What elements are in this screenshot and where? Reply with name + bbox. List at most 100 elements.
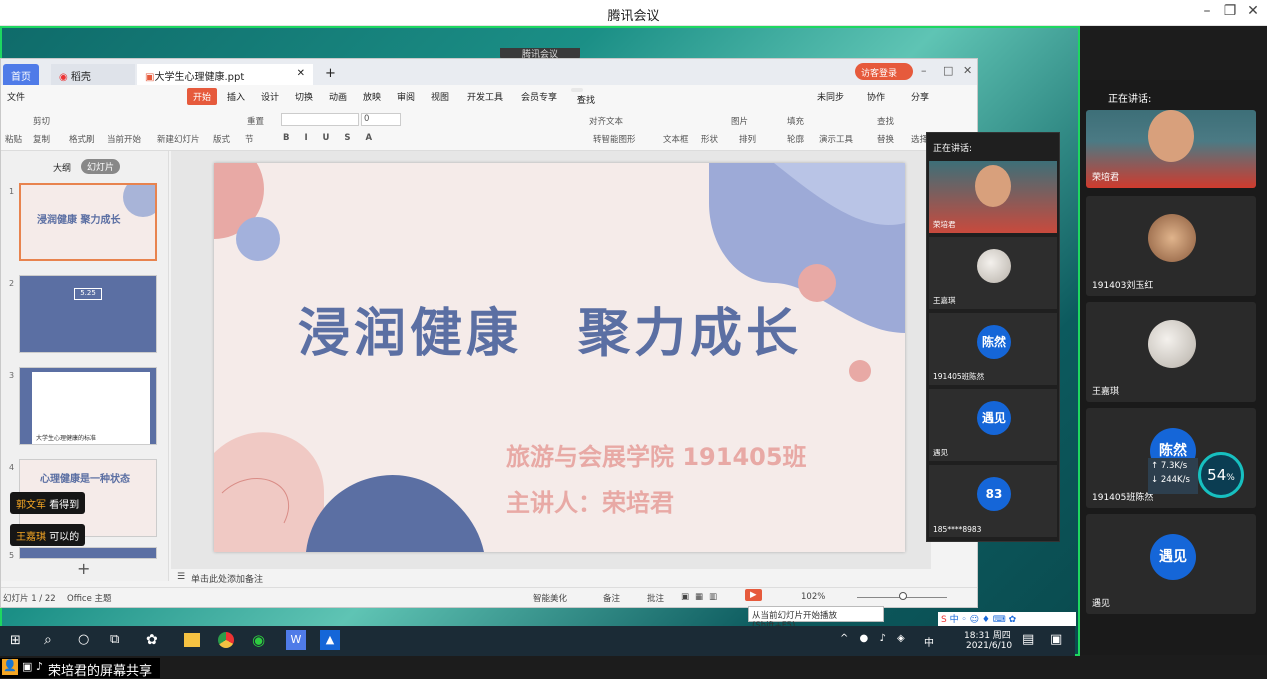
- slide-count: 幻灯片 1 / 22: [3, 594, 56, 604]
- minimize-icon[interactable]: –: [921, 64, 927, 77]
- action-center-icon[interactable]: ▣: [1050, 632, 1062, 647]
- chat-message: 郭文军 看得到: [10, 492, 86, 514]
- menu-member[interactable]: 会员专享: [521, 90, 557, 103]
- zoom-handle[interactable]: [899, 592, 907, 600]
- layout-button[interactable]: 版式: [213, 133, 230, 145]
- slide-thumb-2[interactable]: 5.25: [19, 275, 157, 353]
- tray-icons[interactable]: ^ ● ♪ ◈: [840, 633, 909, 644]
- play-current-button[interactable]: 当前开始: [107, 133, 141, 145]
- add-slide-icon[interactable]: +: [77, 559, 90, 578]
- section-button[interactable]: 节: [245, 133, 254, 145]
- outline-tab[interactable]: 大纲: [53, 161, 71, 174]
- menu-view[interactable]: 视图: [431, 90, 449, 103]
- replace-button[interactable]: 替换: [877, 133, 894, 145]
- notes-button[interactable]: 备注: [603, 592, 620, 604]
- menu-animation[interactable]: 动画: [329, 90, 347, 103]
- menu-developer[interactable]: 开发工具: [467, 90, 503, 103]
- participant-tile[interactable]: 遇见 遇见: [929, 389, 1057, 461]
- format-painter-button[interactable]: 格式刷: [69, 133, 95, 145]
- cpu-meter[interactable]: 54%: [1198, 452, 1244, 498]
- tencent-meeting-icon[interactable]: ▲: [320, 630, 340, 650]
- participant-video[interactable]: 荣培君: [1086, 110, 1256, 188]
- fill-button[interactable]: 填充: [787, 115, 804, 127]
- network-speed: ↑ 7.3K/s ↓ 244K/s: [1148, 458, 1198, 494]
- windows-start-icon[interactable]: ⊞: [10, 633, 21, 648]
- participant-tile[interactable]: 王嘉琪: [1086, 302, 1256, 402]
- participant-tile[interactable]: 191403刘玉红: [1086, 196, 1256, 296]
- menu-design[interactable]: 设计: [261, 90, 279, 103]
- wps-icon[interactable]: W: [286, 630, 306, 650]
- participant-panel: 正在讲话: 荣培君 191403刘玉红 王嘉琪 陈然 191405班陈然 遇见 …: [1080, 80, 1267, 655]
- menu-review[interactable]: 审阅: [397, 90, 415, 103]
- shape-button[interactable]: 形状: [701, 133, 718, 145]
- taskbar-ime[interactable]: 中: [924, 634, 934, 649]
- slide-thumb-3[interactable]: 大学生心理健康的标准: [19, 367, 157, 445]
- search-icon[interactable]: ⌕: [44, 632, 52, 648]
- outline-button[interactable]: 轮廓: [787, 133, 804, 145]
- login-button[interactable]: 访客登录: [855, 63, 913, 80]
- menu-home[interactable]: 开始: [187, 88, 218, 105]
- cut-button[interactable]: 剪切: [33, 115, 50, 127]
- sync-status[interactable]: 未同步: [817, 90, 844, 103]
- notification-icon[interactable]: ▤: [1022, 632, 1034, 647]
- reset-button[interactable]: 重置: [247, 115, 264, 127]
- ime-toolbar[interactable]: S 中 ◦ ☺ ♦ ⌨ ✿: [938, 612, 1076, 626]
- participant-tile[interactable]: 陈然 191405班陈然: [929, 313, 1057, 385]
- meeting-title-bar: 腾讯会议 – ❐ ✕: [0, 0, 1267, 26]
- menu-insert[interactable]: 插入: [227, 90, 245, 103]
- beautify-button[interactable]: 智能美化: [533, 592, 567, 604]
- participant-tile[interactable]: 王嘉琪: [929, 237, 1057, 309]
- copy-button[interactable]: 复制: [33, 133, 50, 145]
- font-family-select[interactable]: [281, 113, 359, 126]
- close-icon[interactable]: ✕: [963, 64, 972, 77]
- menu-slideshow[interactable]: 放映: [363, 90, 381, 103]
- minimize-button[interactable]: –: [1196, 3, 1218, 19]
- text-box-button[interactable]: 文本框: [663, 133, 689, 145]
- command-search[interactable]: ⌕查找命令、搜索模板: [571, 88, 595, 158]
- current-slide[interactable]: 浸润健康 聚力成长 旅游与会展学院 191405班 主讲人：荣培君: [214, 163, 905, 552]
- close-button[interactable]: ✕: [1242, 3, 1264, 19]
- new-slide-button[interactable]: 新建幻灯片: [157, 133, 200, 145]
- tab-file[interactable]: ▣大学生心理健康.ppt ✕: [137, 64, 313, 85]
- cortana-icon[interactable]: ○: [78, 632, 89, 647]
- present-tools-button[interactable]: 演示工具: [819, 133, 853, 145]
- file-explorer-icon[interactable]: [184, 633, 200, 647]
- slide-title: 浸润健康 聚力成长: [298, 304, 803, 364]
- text-style-buttons[interactable]: B I U S A: [283, 133, 378, 143]
- font-size-select[interactable]: 0: [361, 113, 401, 126]
- close-tab-icon[interactable]: ✕: [297, 68, 305, 79]
- slide-thumb-5[interactable]: [19, 547, 157, 559]
- play-icon[interactable]: ▶: [745, 589, 762, 601]
- participant-tile[interactable]: 83 185****8983: [929, 465, 1057, 537]
- screen-icon: ▣: [22, 660, 33, 673]
- notes-area[interactable]: ☰ 单击此处添加备注: [171, 569, 931, 587]
- maximize-icon[interactable]: □: [943, 64, 953, 77]
- arrange-button[interactable]: 排列: [739, 133, 756, 145]
- slides-tab[interactable]: 幻灯片: [81, 159, 121, 174]
- paste-button[interactable]: 粘贴: [5, 133, 22, 145]
- slide-number: 2: [9, 279, 15, 288]
- comments-button[interactable]: 批注: [647, 592, 664, 604]
- new-tab-button[interactable]: +: [317, 62, 344, 83]
- align-text-button[interactable]: 对齐文本: [589, 115, 623, 127]
- app-icon[interactable]: ✿: [146, 632, 158, 648]
- find-button[interactable]: 查找: [877, 115, 894, 127]
- participant-tile[interactable]: 遇见 遇见: [1086, 514, 1256, 614]
- participant-video[interactable]: 荣培君: [929, 161, 1057, 233]
- menu-file[interactable]: 文件: [7, 90, 25, 103]
- chrome-icon[interactable]: [218, 632, 234, 648]
- convert-smart-button[interactable]: 转智能图形: [593, 133, 636, 145]
- view-mode-icons[interactable]: ▣▦▥: [681, 592, 723, 602]
- image-button[interactable]: 图片: [731, 115, 748, 127]
- menu-transition[interactable]: 切换: [295, 90, 313, 103]
- wechat-icon[interactable]: ◉: [252, 631, 265, 649]
- zoom-level[interactable]: 102%: [801, 592, 825, 602]
- task-view-icon[interactable]: ⧉: [110, 632, 119, 647]
- tab-home[interactable]: 首页: [3, 64, 39, 85]
- restore-button[interactable]: ❐: [1219, 3, 1241, 19]
- slide-thumb-1[interactable]: 浸润健康 聚力成长: [19, 183, 157, 261]
- tab-docer[interactable]: ◉ 稻壳: [51, 64, 135, 85]
- collab-button[interactable]: 协作: [867, 90, 885, 103]
- slide-number: 3: [9, 371, 15, 380]
- share-button[interactable]: 分享: [911, 90, 929, 103]
